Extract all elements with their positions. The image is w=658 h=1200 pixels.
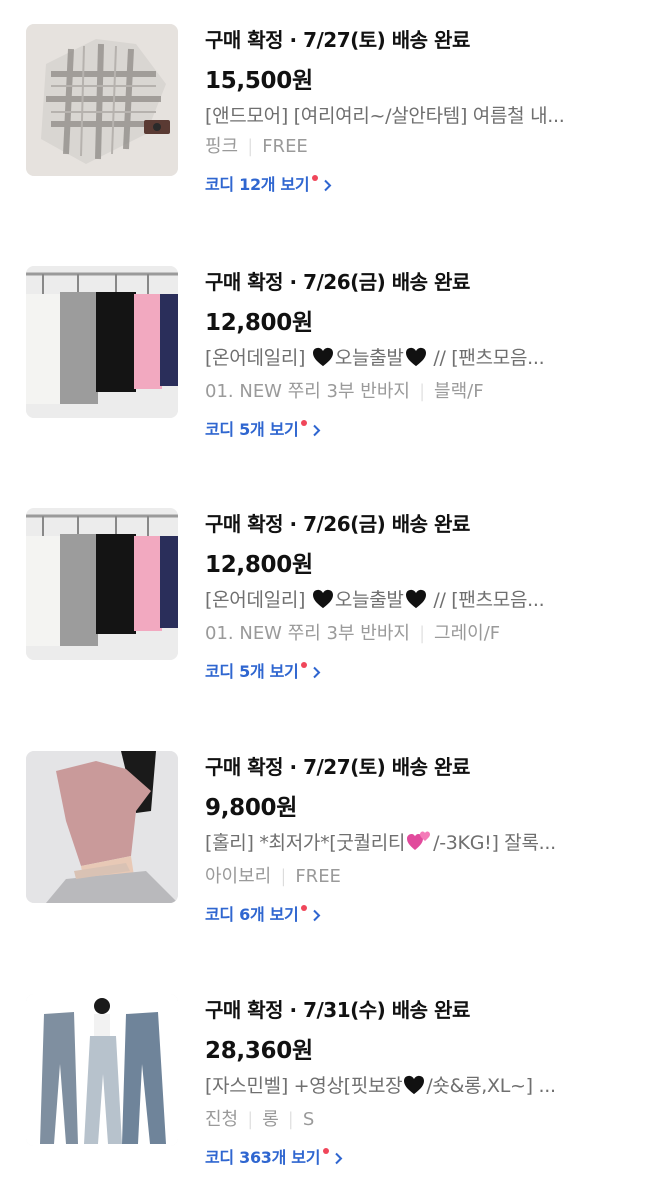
product-option: 01. NEW 쭈리 3부 반바지 | 그레이/F xyxy=(205,621,625,647)
product-thumbnail[interactable] xyxy=(26,24,178,176)
order-list: 구매 확정 · 7/27(토) 배송 완료 15,500원 [앤드모어] [여리… xyxy=(0,0,658,1200)
view-cody-label: 코디 6개 보기 xyxy=(205,905,299,924)
product-title-prefix: [온어데일리] xyxy=(205,347,311,369)
chevron-right-icon xyxy=(334,1152,343,1165)
option-size: FREE xyxy=(295,866,341,887)
order-item[interactable]: 구매 확정 · 7/26(금) 배송 완료 12,800원 [온어데일리] 오늘… xyxy=(0,266,658,466)
product-title-suffix: /숏&롱,XL~] ... xyxy=(426,1075,556,1097)
product-title[interactable]: [온어데일리] 오늘출발 // [팬츠모음... xyxy=(205,586,605,617)
product-title-prefix: [온어데일리] xyxy=(205,589,311,611)
order-price: 12,800원 xyxy=(205,310,313,336)
product-thumbnail[interactable] xyxy=(26,751,178,903)
product-title[interactable]: [홀리] *최저가*[굿퀄리티 /-3KG!] 잘록... xyxy=(205,829,605,860)
order-info: 구매 확정 · 7/27(토) 배송 완료 9,800원 [홀리] *최저가*[… xyxy=(205,753,625,926)
new-dot-icon xyxy=(301,662,308,668)
product-option: 핑크 | FREE xyxy=(205,134,625,160)
new-dot-icon xyxy=(301,420,308,426)
shorts-rack-image xyxy=(26,266,178,418)
order-status: 구매 확정 · 7/26(금) 배송 완료 xyxy=(205,270,470,294)
order-price: 15,500원 xyxy=(205,68,313,94)
option-color-size: 그레이/F xyxy=(434,623,501,644)
option-divider: | xyxy=(280,866,287,887)
order-item[interactable]: 구매 확정 · 7/27(토) 배송 완료 15,500원 [앤드모어] [여리… xyxy=(0,24,658,224)
plaid-shirt-image xyxy=(26,24,178,176)
view-cody-link[interactable]: 코디 12개 보기 xyxy=(205,174,332,196)
product-title-text: [앤드모어] [여리여리~/살안타템] 여름철 내... xyxy=(205,105,565,127)
option-color: 핑크 xyxy=(205,136,239,157)
product-title-prefix: [홀리] *최저가*[굿퀄리티 xyxy=(205,832,406,854)
order-status: 구매 확정 · 7/27(토) 배송 완료 xyxy=(205,755,470,779)
view-cody-link[interactable]: 코디 5개 보기 xyxy=(205,419,321,441)
new-dot-icon xyxy=(301,905,308,911)
order-price: 9,800원 xyxy=(205,795,298,821)
view-cody-link[interactable]: 코디 5개 보기 xyxy=(205,661,321,683)
option-name: 01. NEW 쭈리 3부 반바지 xyxy=(205,623,410,644)
product-option: 진청 | 롱 | S xyxy=(205,1107,625,1133)
order-price: 12,800원 xyxy=(205,552,313,578)
option-divider: | xyxy=(418,381,426,402)
view-cody-label: 코디 12개 보기 xyxy=(205,175,310,194)
product-option: 아이보리 | FREE xyxy=(205,864,625,890)
pink-tee-model-image xyxy=(26,751,178,903)
order-item[interactable]: 구매 확정 · 7/27(토) 배송 완료 9,800원 [홀리] *최저가*[… xyxy=(0,751,658,951)
new-dot-icon xyxy=(312,175,319,181)
black-heart-icon xyxy=(312,347,334,375)
order-status: 구매 확정 · 7/31(수) 배송 완료 xyxy=(205,998,470,1022)
shorts-rack-image xyxy=(26,508,178,660)
option-divider: | xyxy=(287,1109,294,1130)
option-color-size: 블랙/F xyxy=(434,381,484,402)
option-divider: | xyxy=(247,136,254,157)
black-heart-icon xyxy=(405,589,427,617)
option-color: 아이보리 xyxy=(205,866,272,887)
option-size: S xyxy=(302,1109,315,1130)
black-heart-icon xyxy=(405,347,427,375)
chevron-right-icon xyxy=(312,909,321,922)
order-info: 구매 확정 · 7/27(토) 배송 완료 15,500원 [앤드모어] [여리… xyxy=(205,26,625,196)
view-cody-link[interactable]: 코디 363개 보기 xyxy=(205,1147,343,1169)
chevron-right-icon xyxy=(323,179,332,192)
product-thumbnail[interactable] xyxy=(26,266,178,418)
order-item[interactable]: 구매 확정 · 7/31(수) 배송 완료 28,360원 [자스민벨] +영상… xyxy=(0,994,658,1194)
view-cody-label: 코디 363개 보기 xyxy=(205,1148,321,1167)
product-option: 01. NEW 쭈리 3부 반바지 | 블랙/F xyxy=(205,379,625,405)
product-thumbnail[interactable] xyxy=(26,994,178,1146)
black-heart-icon xyxy=(403,1075,425,1103)
chevron-right-icon xyxy=(312,666,321,679)
option-name: 01. NEW 쭈리 3부 반바지 xyxy=(205,381,410,402)
order-item[interactable]: 구매 확정 · 7/26(금) 배송 완료 12,800원 [온어데일리] 오늘… xyxy=(0,508,658,708)
chevron-right-icon xyxy=(312,424,321,437)
option-size: FREE xyxy=(262,136,308,157)
order-info: 구매 확정 · 7/26(금) 배송 완료 12,800원 [온어데일리] 오늘… xyxy=(205,510,625,683)
product-thumbnail[interactable] xyxy=(26,508,178,660)
product-title-middle: 오늘출발 xyxy=(334,589,404,611)
product-title[interactable]: [온어데일리] 오늘출발 // [팬츠모음... xyxy=(205,344,605,375)
option-divider: | xyxy=(418,623,426,644)
order-info: 구매 확정 · 7/31(수) 배송 완료 28,360원 [자스민벨] +영상… xyxy=(205,996,625,1169)
pink-hearts-icon xyxy=(406,830,432,860)
black-heart-icon xyxy=(312,589,334,617)
new-dot-icon xyxy=(323,1148,330,1154)
product-title-prefix: [자스민벨] +영상[핏보장 xyxy=(205,1075,403,1097)
product-title-suffix: // [팬츠모음... xyxy=(427,589,545,611)
view-cody-link[interactable]: 코디 6개 보기 xyxy=(205,904,321,926)
product-title-suffix: /-3KG!] 잘록... xyxy=(433,832,556,854)
product-title-suffix: // [팬츠모음... xyxy=(427,347,545,369)
order-price: 28,360원 xyxy=(205,1038,313,1064)
order-status: 구매 확정 · 7/26(금) 배송 완료 xyxy=(205,512,470,536)
view-cody-label: 코디 5개 보기 xyxy=(205,662,299,681)
product-title[interactable]: [자스민벨] +영상[핏보장/숏&롱,XL~] ... xyxy=(205,1072,605,1103)
view-cody-label: 코디 5개 보기 xyxy=(205,420,299,439)
product-title-middle: 오늘출발 xyxy=(334,347,404,369)
option-color: 진청 xyxy=(205,1109,239,1130)
option-length: 롱 xyxy=(262,1109,279,1130)
denim-wide-pants-image xyxy=(26,994,178,1146)
order-info: 구매 확정 · 7/26(금) 배송 완료 12,800원 [온어데일리] 오늘… xyxy=(205,268,625,441)
product-title[interactable]: [앤드모어] [여리여리~/살안타템] 여름철 내... xyxy=(205,102,605,130)
option-divider: | xyxy=(247,1109,254,1130)
order-status: 구매 확정 · 7/27(토) 배송 완료 xyxy=(205,28,470,52)
